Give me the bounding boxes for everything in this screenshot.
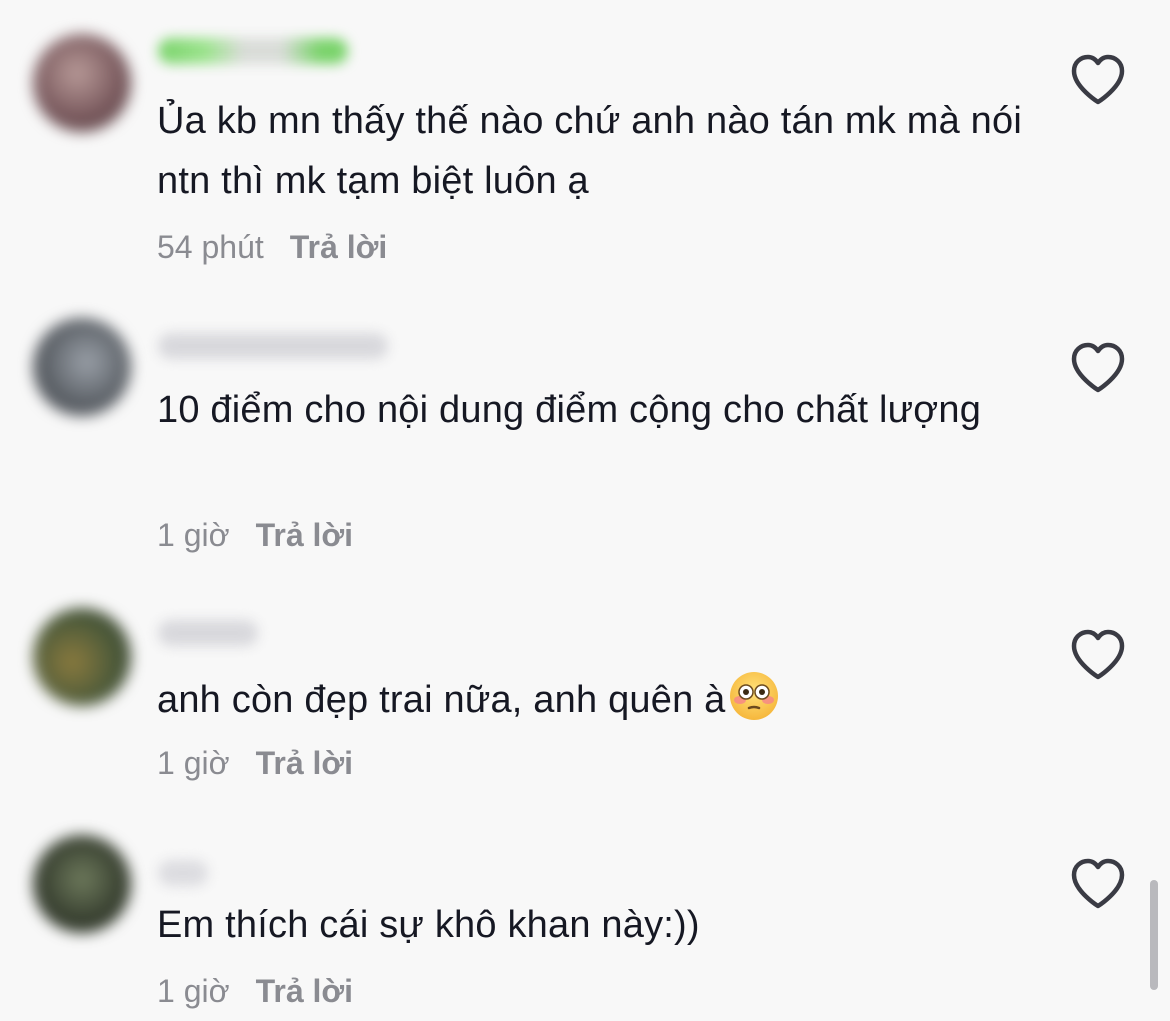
heart-outline-icon [1071, 342, 1125, 393]
like-button[interactable] [1068, 627, 1128, 683]
comment-meta: 1 giờ Trả lời [157, 971, 353, 1011]
comment-meta: 1 giờ Trả lời [157, 515, 353, 555]
username[interactable] [158, 860, 208, 886]
comment-meta: 1 giờ Trả lời [157, 743, 353, 783]
comment-text: 10 điểm cho nội dung điểm cộng cho chất … [157, 389, 982, 431]
avatar[interactable] [33, 835, 131, 933]
avatar[interactable] [33, 608, 131, 706]
reply-button[interactable]: Trả lời [256, 517, 353, 553]
reply-button[interactable]: Trả lời [256, 973, 353, 1009]
heart-outline-icon [1071, 54, 1125, 105]
comment-time: 1 giờ [157, 973, 230, 1009]
comment-text-content: anh còn đẹp trai nữa, anh quên à [157, 679, 726, 721]
avatar[interactable] [33, 34, 131, 132]
heart-outline-icon [1071, 858, 1125, 909]
heart-outline-icon [1071, 629, 1125, 680]
username[interactable] [158, 333, 388, 359]
avatar[interactable] [33, 318, 131, 416]
comment-meta: 54 phút Trả lời [157, 227, 387, 267]
comment-text: anh còn đẹp trai nữa, anh quên à [157, 670, 1037, 730]
comment-text: Em thích cái sự khô khan này:)) [157, 904, 700, 946]
flushed-face-emoji-icon [728, 670, 780, 722]
username[interactable] [158, 38, 348, 64]
like-button[interactable] [1068, 856, 1128, 912]
scrollbar[interactable] [1150, 880, 1158, 990]
like-button[interactable] [1068, 52, 1128, 108]
comment-text: Ủa kb mn thấy thế nào chứ anh nào tán mk… [157, 100, 1022, 202]
comment-time: 54 phút [157, 229, 264, 265]
reply-button[interactable]: Trả lời [256, 745, 353, 781]
reply-button[interactable]: Trả lời [290, 229, 387, 265]
comment-time: 1 giờ [157, 517, 230, 553]
like-button[interactable] [1068, 340, 1128, 396]
comment-time: 1 giờ [157, 745, 230, 781]
username[interactable] [158, 620, 258, 646]
